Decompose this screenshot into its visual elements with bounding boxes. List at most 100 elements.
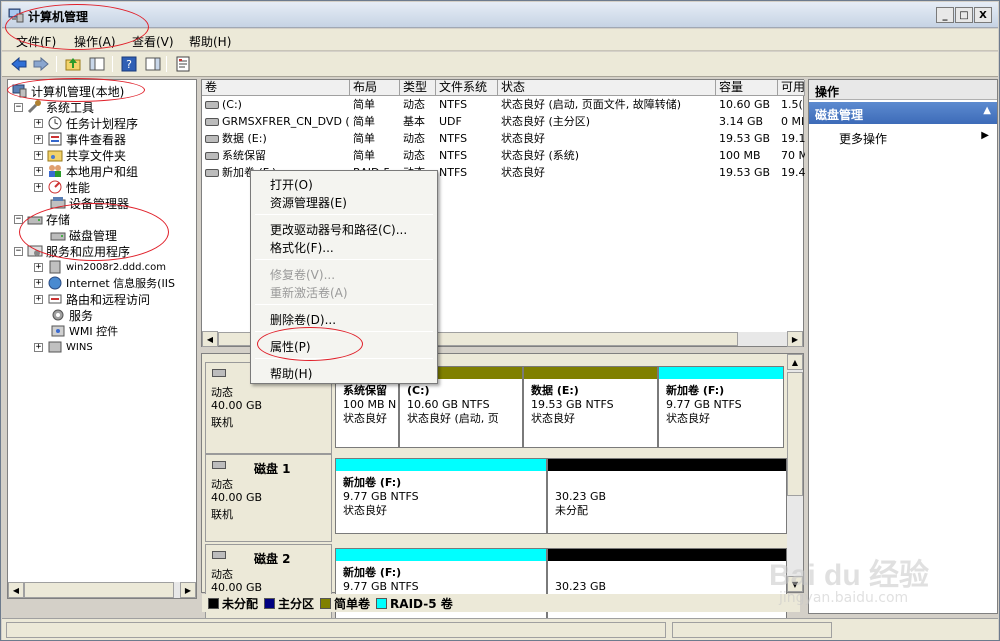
partition-color-bar [548, 459, 786, 471]
tree-system-tools[interactable]: − 系统工具 [14, 99, 94, 115]
cell-type: 基本 [403, 115, 425, 128]
scroll-left-arrow[interactable]: ◀ [8, 582, 24, 598]
menu-action[interactable]: 操作(A) [74, 33, 116, 50]
tree-hscrollbar[interactable]: ◀ ▶ [8, 582, 196, 598]
column-header-status[interactable]: 状态 [498, 80, 716, 96]
disk-size: 40.00 GB [211, 399, 263, 412]
close-button[interactable]: X [974, 7, 992, 23]
partition-block[interactable]: 新加卷 (F:) 9.77 GB NTFS [335, 548, 547, 624]
partition-status: 状态良好 [343, 412, 387, 425]
action-section-disk-management[interactable]: 磁盘管理 ▲ [809, 102, 997, 124]
scroll-thumb[interactable] [24, 582, 174, 598]
context-open[interactable]: 打开(O) [270, 176, 313, 193]
show-hide-tree-icon[interactable] [88, 55, 106, 73]
maximize-button[interactable]: □ [955, 7, 973, 23]
context-help[interactable]: 帮助(H) [270, 365, 312, 382]
status-bar [2, 618, 998, 640]
tree-services-apps[interactable]: − 服务和应用程序 [14, 243, 130, 259]
partition-block[interactable]: 数据 (E:) 19.53 GB NTFS 状态良好 [523, 366, 658, 448]
title-bar[interactable]: 计算机管理 _ □ X [2, 2, 998, 28]
partition-size: 9.77 GB NTFS [343, 490, 419, 503]
legend-swatch-raid5 [376, 597, 388, 609]
disk-type: 动态 [211, 568, 233, 581]
table-row[interactable]: 数据 (E:) 简单 动态 NTFS 状态良好 19.53 GB 19.1 [202, 131, 805, 148]
back-arrow-icon[interactable] [10, 55, 28, 73]
context-change-drive-letter[interactable]: 更改驱动器号和路径(C)... [270, 221, 407, 238]
tree-item-event-viewer[interactable]: + 事件查看器 [34, 131, 126, 147]
partition-size: 100 MB N [343, 398, 397, 411]
tree-item-label: 本地用户和组 [66, 164, 139, 179]
collapse-arrow-icon[interactable]: ▲ [983, 105, 991, 116]
menu-file[interactable]: 文件(F) [16, 33, 56, 50]
expand-toggle[interactable]: + [34, 134, 43, 144]
tree-item-wmi[interactable]: WMI 控件 [50, 323, 118, 339]
context-repair-volume[interactable]: 修复卷(V)... [270, 266, 335, 283]
context-delete-volume[interactable]: 删除卷(D)... [270, 311, 336, 328]
tree-root[interactable]: 计算机管理(本地) [12, 83, 124, 99]
context-format[interactable]: 格式化(F)... [270, 239, 334, 256]
expand-toggle[interactable]: + [34, 278, 43, 288]
tree-item-device-manager[interactable]: 设备管理器 [50, 195, 129, 211]
minimize-button[interactable]: _ [936, 7, 954, 23]
collapse-toggle[interactable]: − [14, 246, 23, 256]
column-header-type[interactable]: 类型 [400, 80, 436, 96]
column-header-capacity[interactable]: 容量 [716, 80, 778, 96]
menu-view[interactable]: 查看(V) [132, 33, 174, 50]
disk-label[interactable]: 磁盘 1 动态 40.00 GB 联机 [205, 454, 332, 542]
partition-status: 状态良好 [343, 504, 387, 517]
table-row[interactable]: 系统保留 简单 动态 NTFS 状态良好 (系统) 100 MB 70 M [202, 148, 805, 165]
table-row[interactable]: (C:) 简单 动态 NTFS 状态良好 (启动, 页面文件, 故障转储) 10.60 G… [202, 97, 803, 114]
tree-storage[interactable]: − 存储 [14, 211, 70, 227]
properties-icon[interactable] [174, 55, 192, 73]
more-actions-label: 更多操作 [839, 132, 888, 146]
tree-item-performance[interactable]: + 性能 [34, 179, 90, 195]
shared-folder-icon [47, 150, 63, 162]
expand-toggle[interactable]: + [34, 294, 43, 304]
show-hide-action-pane-icon[interactable] [144, 55, 162, 73]
cell-volume: (C:) [222, 98, 242, 111]
menu-help[interactable]: 帮助(H) [189, 33, 231, 50]
scroll-thumb[interactable] [787, 372, 803, 496]
tree-item-label: 性能 [66, 180, 91, 195]
scroll-left-arrow[interactable]: ◀ [202, 331, 218, 347]
collapse-toggle[interactable]: − [14, 102, 23, 112]
partition-block[interactable]: 新加卷 (F:) 9.77 GB NTFS 状态良好 [335, 458, 547, 534]
more-actions-item[interactable]: 更多操作 ▶ [839, 130, 989, 146]
scroll-right-arrow[interactable]: ▶ [180, 582, 196, 598]
context-reactivate-volume[interactable]: 重新激活卷(A) [270, 284, 348, 301]
expand-toggle[interactable]: + [34, 166, 43, 176]
tree-item-routing[interactable]: + 路由和远程访问 [34, 291, 150, 307]
table-row[interactable]: GRMSXFRER_CN_DVD (D:)简单 基本 UDF 状态良好 (主分区) 3.… [202, 114, 804, 131]
column-header-volume[interactable]: 卷 [202, 80, 350, 96]
tree-item-services[interactable]: 服务 [50, 307, 93, 323]
tree-item-dns-server[interactable]: + win2008r2.ddd.com [34, 259, 166, 275]
cell-free: 19.4 [781, 166, 805, 179]
expand-toggle[interactable]: + [34, 182, 43, 192]
expand-toggle[interactable]: + [34, 262, 43, 272]
expand-toggle[interactable]: + [34, 118, 43, 128]
partition-block[interactable]: 新加卷 (F:) 9.77 GB NTFS 状态良好 [658, 366, 784, 448]
scroll-right-arrow[interactable]: ▶ [787, 331, 803, 347]
partition-block[interactable]: 30.23 GB [547, 548, 787, 624]
partition-block[interactable]: 30.23 GB 未分配 [547, 458, 787, 534]
partition-name: 数据 (E:) [531, 384, 579, 397]
expand-toggle[interactable]: + [34, 342, 43, 352]
column-header-layout[interactable]: 布局 [350, 80, 400, 96]
collapse-toggle[interactable]: − [14, 214, 23, 224]
help-icon[interactable]: ? [120, 55, 138, 73]
scroll-up-arrow[interactable]: ▲ [787, 354, 803, 370]
tree-item-wins[interactable]: + WINS [34, 339, 93, 355]
disk-management-icon [50, 232, 66, 241]
column-header-filesystem[interactable]: 文件系统 [436, 80, 498, 96]
expand-toggle[interactable]: + [34, 150, 43, 160]
tree-item-shared-folders[interactable]: + 共享文件夹 [34, 147, 126, 163]
tree-item-task-scheduler[interactable]: + 任务计划程序 [34, 115, 138, 131]
up-folder-icon[interactable] [64, 55, 82, 73]
column-header-free[interactable]: 可用 [778, 80, 805, 96]
tree-item-disk-management[interactable]: 磁盘管理 [50, 227, 117, 243]
tree-item-local-users[interactable]: + 本地用户和组 [34, 163, 138, 179]
forward-arrow-icon[interactable] [32, 55, 50, 73]
context-explorer[interactable]: 资源管理器(E) [270, 194, 347, 211]
tree-item-iis[interactable]: + Internet 信息服务(IIS [34, 275, 175, 291]
context-properties[interactable]: 属性(P) [270, 338, 311, 355]
